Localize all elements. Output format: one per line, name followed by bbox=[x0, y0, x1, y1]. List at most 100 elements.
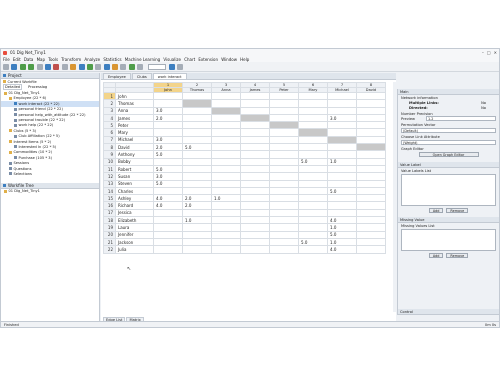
matrix-cell[interactable] bbox=[269, 194, 299, 203]
undo-icon[interactable] bbox=[44, 63, 51, 70]
row-number[interactable]: 2 bbox=[103, 99, 116, 108]
matrix-cell[interactable] bbox=[182, 128, 212, 137]
matrix-cell[interactable] bbox=[240, 230, 270, 239]
save-icon[interactable] bbox=[19, 63, 26, 70]
row-number[interactable]: 4 bbox=[103, 113, 116, 123]
tab-employee[interactable]: Employee bbox=[103, 73, 131, 79]
matrix-cell[interactable] bbox=[240, 237, 270, 247]
matrix-cell[interactable] bbox=[240, 150, 270, 159]
matrix-cell[interactable] bbox=[356, 230, 386, 239]
row-label[interactable]: Robert bbox=[115, 164, 154, 174]
row-label[interactable]: Michael bbox=[115, 135, 154, 145]
matrix-cell[interactable] bbox=[356, 121, 386, 130]
row-number[interactable]: 9 bbox=[103, 150, 116, 159]
matrix-cell[interactable] bbox=[356, 186, 386, 196]
matrix-cell[interactable] bbox=[269, 135, 299, 145]
matrix-cell[interactable] bbox=[298, 99, 328, 108]
row-number[interactable]: 17 bbox=[103, 208, 116, 218]
matrix-cell[interactable] bbox=[211, 143, 241, 152]
matrix-cell[interactable] bbox=[356, 245, 386, 254]
network-icon[interactable] bbox=[78, 63, 85, 70]
matrix-cell[interactable] bbox=[153, 223, 183, 232]
matrix-cell[interactable] bbox=[356, 91, 386, 101]
table-icon[interactable] bbox=[86, 63, 93, 70]
row-label[interactable]: Elizabeth bbox=[115, 216, 154, 225]
matrix-cell[interactable] bbox=[327, 179, 357, 188]
matrix-cell[interactable]: 3.0 bbox=[153, 106, 183, 115]
map-icon[interactable] bbox=[137, 63, 144, 70]
matrix-cell[interactable] bbox=[153, 237, 183, 247]
transform-icon[interactable] bbox=[120, 63, 127, 70]
matrix-cell[interactable] bbox=[211, 91, 241, 101]
matrix-cell[interactable] bbox=[269, 223, 299, 232]
row-label[interactable]: Anna bbox=[115, 106, 154, 115]
matrix-cell[interactable] bbox=[153, 128, 183, 137]
matrix-cell[interactable] bbox=[356, 216, 386, 225]
row-label[interactable]: David bbox=[115, 143, 154, 152]
matrix-cell[interactable] bbox=[298, 121, 328, 130]
menu-window[interactable]: Window bbox=[221, 57, 237, 62]
row-number[interactable]: 6 bbox=[103, 128, 116, 137]
matrix-cell[interactable] bbox=[182, 208, 212, 218]
matrix-cell[interactable] bbox=[211, 128, 241, 137]
matrix-cell[interactable] bbox=[182, 150, 212, 159]
matrix-cell[interactable] bbox=[327, 150, 357, 159]
matrix-cell[interactable]: 5.0 bbox=[298, 157, 328, 166]
matrix-cell[interactable] bbox=[211, 113, 241, 123]
maximize-icon[interactable]: □ bbox=[487, 50, 491, 55]
matrix-cell[interactable]: 5.0 bbox=[153, 179, 183, 188]
matrix-cell[interactable] bbox=[327, 91, 357, 101]
menu-edit[interactable]: Edit bbox=[13, 57, 21, 62]
matrix-cell[interactable] bbox=[356, 106, 386, 115]
menu-map[interactable]: Map bbox=[37, 57, 45, 62]
matrix-cell[interactable]: 3.0 bbox=[153, 135, 183, 145]
matrix-cell[interactable] bbox=[153, 186, 183, 196]
matrix-cell[interactable]: 3.0 bbox=[153, 172, 183, 181]
minimize-icon[interactable]: – bbox=[482, 50, 484, 55]
workfile-tree-item[interactable]: 01 Dig_Net_Tiny1 bbox=[1, 189, 99, 194]
control-tab[interactable]: Control bbox=[398, 309, 499, 315]
matrix-cell[interactable] bbox=[211, 201, 241, 210]
matrix-cell[interactable] bbox=[182, 91, 212, 101]
matrix-cell[interactable]: 2.0 bbox=[182, 194, 212, 203]
matrix-cell[interactable] bbox=[356, 128, 386, 137]
menu-visualize[interactable]: Visualize bbox=[163, 57, 181, 62]
matrix-cell[interactable]: 4.0 bbox=[153, 201, 183, 210]
matrix-cell[interactable] bbox=[153, 230, 183, 239]
matrix-cell[interactable] bbox=[269, 121, 299, 130]
matrix-cell[interactable]: 3.0 bbox=[327, 113, 357, 123]
matrix-cell[interactable] bbox=[356, 179, 386, 188]
matrix-cell[interactable] bbox=[298, 230, 328, 239]
matrix-cell[interactable] bbox=[182, 223, 212, 232]
menu-machine-learning[interactable]: Machine Learning bbox=[125, 57, 160, 62]
row-label[interactable]: Jennifer bbox=[115, 230, 154, 239]
matrix-cell[interactable] bbox=[240, 194, 270, 203]
matrix-cell[interactable] bbox=[327, 164, 357, 174]
matrix-cell[interactable] bbox=[327, 121, 357, 130]
matrix-cell[interactable] bbox=[211, 245, 241, 254]
value-labels-list[interactable] bbox=[401, 174, 496, 206]
row-label[interactable]: Ashley bbox=[115, 194, 154, 203]
import-icon[interactable] bbox=[28, 63, 35, 70]
matrix-cell[interactable] bbox=[211, 186, 241, 196]
matrix-cell[interactable] bbox=[298, 135, 328, 145]
matrix-cell[interactable] bbox=[298, 164, 328, 174]
matrix-cell[interactable] bbox=[356, 99, 386, 108]
open-folder-icon[interactable] bbox=[11, 63, 18, 70]
matrix-cell[interactable]: 1.0 bbox=[327, 237, 357, 247]
matrix-cell[interactable]: 1.0 bbox=[182, 216, 212, 225]
matrix-cell[interactable] bbox=[153, 91, 183, 101]
matrix-cell[interactable] bbox=[211, 135, 241, 145]
matrix-cell[interactable] bbox=[153, 99, 183, 108]
cluster-icon[interactable] bbox=[103, 63, 110, 70]
matrix-cell[interactable] bbox=[182, 186, 212, 196]
matrix-cell[interactable] bbox=[240, 172, 270, 181]
row-number[interactable]: 3 bbox=[103, 106, 116, 115]
matrix-cell[interactable] bbox=[182, 99, 212, 108]
row-number[interactable]: 13 bbox=[103, 179, 116, 188]
matrix-cell[interactable] bbox=[269, 164, 299, 174]
matrix-cell[interactable] bbox=[153, 121, 183, 130]
matrix-cell[interactable]: 4.0 bbox=[327, 245, 357, 254]
matrix-cell[interactable] bbox=[153, 216, 183, 225]
new-file-icon[interactable] bbox=[3, 63, 9, 70]
